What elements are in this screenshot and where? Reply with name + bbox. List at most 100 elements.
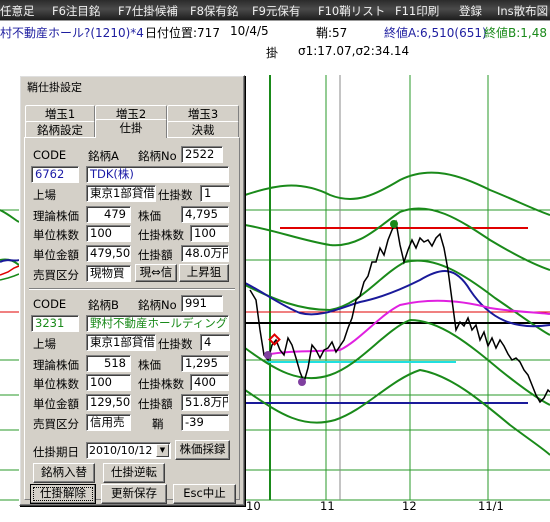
stock-b-no-label: 銘柄No bbox=[138, 298, 177, 312]
qty-a-field[interactable]: 1 bbox=[200, 185, 230, 202]
stock-a-no-field[interactable]: 2522 bbox=[181, 146, 223, 163]
release-position-button[interactable]: 仕掛解除 bbox=[30, 484, 96, 504]
theo-price-b-label: 理論株価 bbox=[33, 358, 79, 372]
spread-label: 鞘 bbox=[152, 417, 164, 431]
menu-item-f10[interactable]: F10鞘リスト bbox=[318, 3, 385, 19]
stock-b-no-field[interactable]: 991 bbox=[181, 295, 223, 312]
x-tick-11-1: 11/1 bbox=[478, 499, 504, 513]
menu-item-scatter[interactable]: Ins散布図 bbox=[497, 3, 548, 19]
navy-average-line bbox=[244, 270, 550, 328]
menu-item-f6[interactable]: F6注目銘 bbox=[52, 3, 100, 19]
swap-credit-button[interactable]: 現⇔信 bbox=[135, 264, 177, 282]
period-value: 2010/10/12 bbox=[89, 444, 153, 457]
menu-item-f8[interactable]: F8保有銘 bbox=[190, 3, 238, 19]
save-button[interactable]: 更新保存 bbox=[101, 484, 167, 504]
period-label: 仕掛期日 bbox=[33, 445, 79, 459]
swap-stock-button[interactable]: 銘柄入替 bbox=[33, 463, 95, 483]
pos-amount-b-field[interactable]: 51.8万円 bbox=[181, 394, 229, 411]
cancel-button[interactable]: Esc中止 bbox=[173, 484, 236, 504]
stock-b-header: 銘柄B bbox=[88, 298, 119, 312]
section-divider bbox=[29, 288, 235, 290]
pos-qty-b-field[interactable]: 400 bbox=[190, 374, 229, 391]
unit-qty-a-label: 単位株数 bbox=[33, 228, 79, 242]
pos-qty-a-label: 仕掛株数 bbox=[138, 228, 184, 242]
side-b-field[interactable]: 信用売 bbox=[86, 414, 131, 431]
pos-amount-a-field[interactable]: 48.0万円 bbox=[181, 245, 229, 262]
pos-qty-a-field[interactable]: 100 bbox=[190, 225, 229, 242]
unit-amount-b-field[interactable]: 129,500 bbox=[86, 394, 131, 411]
stock-b-name-field[interactable]: 野村不動産ホールディング bbox=[86, 315, 229, 332]
rise-target-button[interactable]: 上昇狙 bbox=[179, 264, 229, 282]
tab-increase-3[interactable]: 増玉3 bbox=[167, 105, 239, 122]
tab-increase-1[interactable]: 増玉1 bbox=[25, 105, 95, 122]
spread-count: 鞘:57 bbox=[316, 26, 348, 40]
chart-vertical-lines bbox=[269, 75, 489, 500]
date-position: 日付位置:717 bbox=[145, 26, 220, 40]
market-a-field[interactable]: 東京1部貸借 bbox=[86, 185, 156, 202]
stock-a-header: 銘柄A bbox=[88, 149, 119, 163]
left-price-line bbox=[0, 265, 20, 276]
menu-item-f11[interactable]: F11印刷 bbox=[395, 3, 439, 19]
stock-a-no-label: 銘柄No bbox=[138, 149, 177, 163]
tab-position[interactable]: 仕掛 bbox=[95, 119, 167, 138]
menu-item-f7[interactable]: F7仕掛候補 bbox=[118, 3, 178, 19]
x-axis-labels: 10 11 12 11/1 bbox=[246, 499, 504, 513]
left-average-line bbox=[0, 259, 20, 263]
code-a-label: CODE bbox=[33, 148, 67, 162]
close-price-a: 終値A:6,510(651) bbox=[384, 26, 487, 40]
period-select[interactable]: 2010/10/12 ▼ bbox=[86, 442, 171, 459]
menu-item-f9[interactable]: F9元保有 bbox=[252, 3, 300, 19]
close-price-b: 終値B:1,48 bbox=[484, 26, 547, 40]
market-b-field[interactable]: 東京1部貸借 bbox=[86, 334, 156, 351]
position-marker: 掛 bbox=[266, 46, 279, 60]
side-a-label: 売買区分 bbox=[33, 268, 79, 282]
chevron-down-icon[interactable]: ▼ bbox=[156, 444, 169, 457]
theo-price-a-label: 理論株価 bbox=[33, 209, 79, 223]
market-a-label: 上場 bbox=[33, 188, 56, 202]
menu-bar: 任意足 F6注目銘 F7仕掛候補 F8保有銘 F9元保有 F10鞘リスト F11… bbox=[0, 0, 550, 21]
market-b-label: 上場 bbox=[33, 337, 56, 351]
unit-qty-a-field[interactable]: 100 bbox=[86, 225, 131, 242]
stock-a-code-field[interactable]: 6762 bbox=[31, 166, 79, 183]
reverse-position-button[interactable]: 仕掛逆転 bbox=[103, 463, 165, 483]
app-window: 任意足 F6注目銘 F7仕掛候補 F8保有銘 F9元保有 F10鞘リスト F11… bbox=[0, 0, 550, 522]
price-b-field[interactable]: 1,295 bbox=[181, 355, 229, 372]
stock-b-code-field[interactable]: 3231 bbox=[31, 315, 79, 332]
qty-b-label: 仕掛数 bbox=[158, 337, 193, 351]
info-bar: 村不動産ホール?(1210)*4 日付位置:717 10/4/5 鞘:57 終値… bbox=[0, 21, 550, 63]
pos-qty-b-label: 仕掛株数 bbox=[138, 377, 184, 391]
menu-item-nin-i[interactable]: 任意足 bbox=[0, 3, 35, 19]
low-marker bbox=[298, 378, 306, 386]
dialog-title: 鞘仕掛設定 bbox=[27, 81, 82, 94]
price-b-label: 株価 bbox=[138, 358, 161, 372]
left-price-line-2 bbox=[0, 273, 20, 281]
menu-item-register[interactable]: 登録 bbox=[459, 3, 482, 19]
sigma-values: σ1:17.07,σ2:34.14 bbox=[298, 44, 410, 58]
x-tick-10: 10 bbox=[246, 499, 261, 513]
current-date: 10/4/5 bbox=[230, 24, 269, 38]
spread-field[interactable]: -39 bbox=[181, 414, 229, 431]
side-b-label: 売買区分 bbox=[33, 417, 79, 431]
theo-price-a-field[interactable]: 479 bbox=[86, 206, 131, 223]
stock-title: 村不動産ホール?(1210)*4 bbox=[0, 26, 144, 40]
position-settings-dialog: 鞘仕掛設定 増玉1 増玉2 増玉3 銘柄設定 仕掛 決裁 CODE 銘柄A 銘柄… bbox=[19, 75, 245, 506]
unit-qty-b-field[interactable]: 100 bbox=[86, 374, 131, 391]
theo-price-b-field[interactable]: 518 bbox=[86, 355, 131, 372]
pos-amount-a-label: 仕掛額 bbox=[138, 248, 173, 262]
tab-stock-settings[interactable]: 銘柄設定 bbox=[25, 121, 95, 138]
position-tab-panel: CODE 銘柄A 銘柄No 2522 6762 TDK(株) 上場 東京1部貸借… bbox=[24, 137, 240, 500]
side-a-field[interactable]: 現物買 bbox=[86, 265, 131, 282]
qty-a-label: 仕掛数 bbox=[158, 188, 193, 202]
entry-marker bbox=[264, 351, 272, 359]
price-pick-button[interactable]: 株価採録 bbox=[175, 440, 230, 460]
tab-settlement[interactable]: 決裁 bbox=[167, 121, 239, 138]
stock-a-name-field[interactable]: TDK(株) bbox=[86, 166, 229, 183]
peak-marker bbox=[390, 220, 398, 228]
code-b-label: CODE bbox=[33, 297, 67, 311]
x-tick-12: 12 bbox=[402, 499, 417, 513]
qty-b-field[interactable]: 4 bbox=[200, 334, 230, 351]
unit-qty-b-label: 単位株数 bbox=[33, 377, 79, 391]
price-a-field[interactable]: 4,795 bbox=[181, 206, 229, 223]
pos-amount-b-label: 仕掛額 bbox=[138, 397, 173, 411]
unit-amount-a-field[interactable]: 479,500 bbox=[86, 245, 131, 262]
